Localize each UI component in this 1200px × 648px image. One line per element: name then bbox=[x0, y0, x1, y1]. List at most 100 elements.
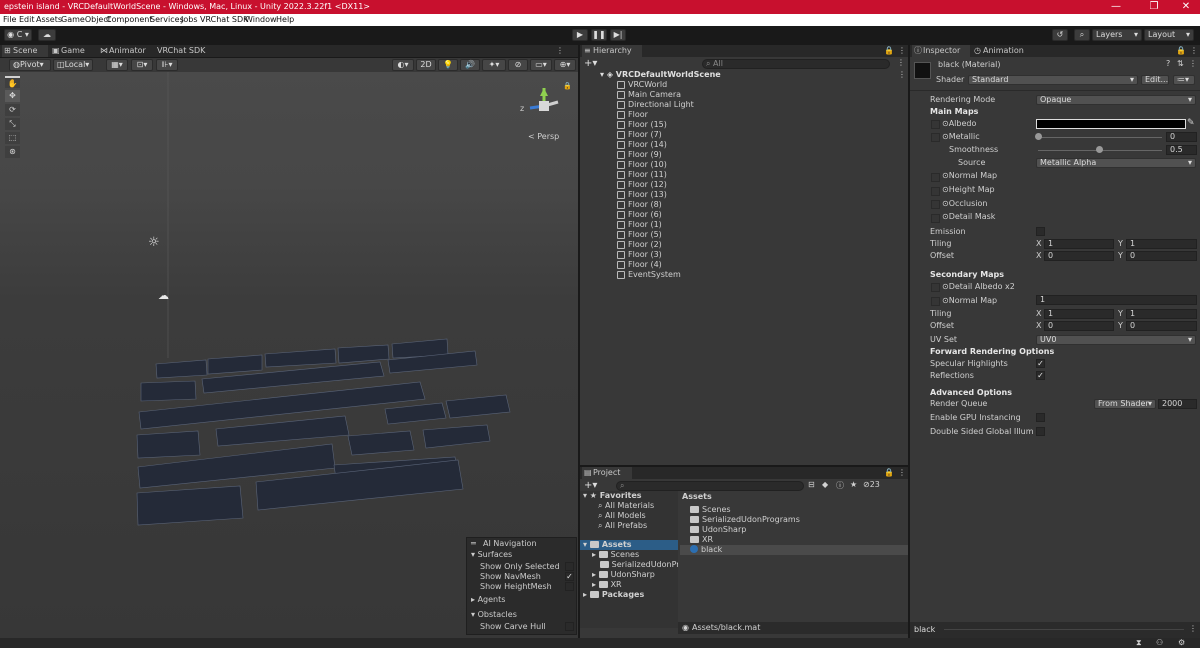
scene-root-menu-icon[interactable]: ⋮ bbox=[898, 70, 906, 79]
albedo-color-field[interactable] bbox=[1036, 119, 1186, 129]
tree-scenes[interactable]: ▸ Scenes bbox=[592, 550, 639, 560]
transform-tool-icon[interactable]: ⊛ bbox=[5, 146, 20, 158]
tiling2-x-input[interactable]: 1 bbox=[1044, 309, 1114, 319]
layers-dropdown[interactable]: Layers ▾ bbox=[1092, 29, 1142, 41]
menu-help[interactable]: Help bbox=[276, 14, 294, 26]
network-icon[interactable]: ⚇ bbox=[1156, 638, 1163, 647]
render-queue-dropdown[interactable]: From Shader ▾ bbox=[1094, 399, 1156, 409]
camera-settings-icon[interactable]: ▭▾ bbox=[530, 59, 552, 71]
favorite-star-icon[interactable]: ★ bbox=[850, 480, 857, 489]
hierarchy-item[interactable]: Floor (5) bbox=[617, 230, 662, 240]
lighting-toggle-icon[interactable]: 💡 bbox=[438, 59, 458, 71]
hierarchy-menu-icon[interactable]: ⋮ bbox=[898, 46, 906, 55]
incremental-snap-button[interactable]: ⊪▾ bbox=[156, 59, 178, 71]
hierarchy-item[interactable]: Main Camera bbox=[617, 90, 681, 100]
agents-foldout[interactable]: ▸ Agents bbox=[471, 595, 505, 604]
surfaces-foldout[interactable]: ▾ Surfaces bbox=[471, 550, 512, 559]
menu-assets[interactable]: Assets bbox=[36, 14, 62, 26]
search-by-importlog-icon[interactable]: ⓘ bbox=[836, 480, 844, 491]
tab-inspector[interactable]: ⓘ Inspector bbox=[912, 45, 970, 57]
metallic-slider-track[interactable] bbox=[1038, 137, 1162, 138]
maximize-button[interactable]: ❐ bbox=[1140, 0, 1168, 14]
persp-label[interactable]: < Persp bbox=[528, 132, 559, 141]
rect-tool-icon[interactable]: ⬚ bbox=[5, 132, 20, 144]
tab-project[interactable]: ▤ Project bbox=[582, 467, 632, 479]
fav-all-models[interactable]: ⌕ All Models bbox=[598, 511, 646, 521]
hand-tool-icon[interactable]: ✋ bbox=[5, 76, 20, 88]
menu-vrchat-sdk[interactable]: VRChat SDK bbox=[200, 14, 248, 26]
asset-udonsharp[interactable]: UdonSharp bbox=[690, 525, 746, 535]
search-by-label-icon[interactable]: ◆ bbox=[822, 480, 828, 489]
tree-assets[interactable]: ▾ Assets bbox=[580, 540, 678, 550]
menu-edit[interactable]: Edit bbox=[19, 14, 35, 26]
inspector-lock-icon[interactable]: 🔒 bbox=[1176, 46, 1186, 55]
presets-icon[interactable]: ⇅ bbox=[1177, 59, 1184, 68]
snap-increment-button[interactable]: ⊡▾ bbox=[131, 59, 153, 71]
move-tool-icon[interactable]: ✥ bbox=[5, 90, 20, 102]
scene-viewport[interactable]: ☼ ☁ z 🔒 ✋ ✥ ⟳ ⤡ ⬚ ⊛ < Persp ═ AI Navigat… bbox=[0, 58, 578, 638]
hierarchy-item[interactable]: Floor (3) bbox=[617, 250, 662, 260]
source-dropdown[interactable]: Metallic Alpha ▾ bbox=[1036, 158, 1196, 168]
draw-mode-button[interactable]: ◐▾ bbox=[392, 59, 414, 71]
specular-checkbox[interactable]: ✓ bbox=[1036, 359, 1045, 368]
hidden-packages-icon[interactable]: ⊘23 bbox=[863, 480, 880, 489]
search-by-type-icon[interactable]: ⊟ bbox=[808, 480, 815, 489]
tree-xr[interactable]: ▸ XR bbox=[592, 580, 622, 590]
detail-albedo-slot[interactable] bbox=[931, 283, 940, 292]
metallic-input[interactable]: 0 bbox=[1166, 132, 1197, 142]
audio-toggle-icon[interactable]: 🔊 bbox=[460, 59, 480, 71]
show-carve-hull-checkbox[interactable] bbox=[565, 622, 574, 631]
show-navmesh-checkbox[interactable]: ✓ bbox=[565, 572, 574, 581]
hierarchy-item[interactable]: Floor (1) bbox=[617, 220, 662, 230]
help-icon[interactable]: ? bbox=[1166, 59, 1170, 68]
show-heightmesh-checkbox[interactable] bbox=[565, 582, 574, 591]
preview-resize-bar[interactable] bbox=[944, 629, 1184, 630]
detail-normal-scale-input[interactable]: 1 bbox=[1036, 295, 1197, 305]
reflections-checkbox[interactable]: ✓ bbox=[1036, 371, 1045, 380]
hierarchy-item[interactable]: Directional Light bbox=[617, 100, 694, 110]
tiling-x-input[interactable]: 1 bbox=[1044, 239, 1114, 249]
hierarchy-item[interactable]: Floor (12) bbox=[617, 180, 667, 190]
layout-dropdown[interactable]: Layout ▾ bbox=[1144, 29, 1194, 41]
debug-icon[interactable]: ⚙ bbox=[1178, 638, 1185, 647]
hierarchy-item[interactable]: Floor (6) bbox=[617, 210, 662, 220]
hierarchy-item[interactable]: Floor (8) bbox=[617, 200, 662, 210]
smoothness-slider-handle[interactable] bbox=[1096, 146, 1103, 153]
tab-menu-icon[interactable]: ⋮ bbox=[556, 45, 576, 57]
smoothness-input[interactable]: 0.5 bbox=[1166, 145, 1197, 155]
tab-animation[interactable]: ◷ Animation bbox=[972, 45, 1034, 57]
menu-gameobject[interactable]: GameObject bbox=[61, 14, 111, 26]
hierarchy-lock-icon[interactable]: 🔒 bbox=[884, 46, 894, 55]
hierarchy-item[interactable]: Floor (14) bbox=[617, 140, 667, 150]
gizmos-icon[interactable]: ⊕▾ bbox=[554, 59, 576, 71]
offset-y-input[interactable]: 0 bbox=[1126, 251, 1197, 261]
project-create-icon[interactable]: +▾ bbox=[584, 480, 597, 491]
tab-hierarchy[interactable]: ≡ Hierarchy bbox=[582, 45, 642, 57]
pivot-dropdown[interactable]: ◍Pivot▾ bbox=[9, 59, 51, 71]
shader-edit-button[interactable]: Edit... bbox=[1141, 75, 1169, 85]
offset2-y-input[interactable]: 0 bbox=[1126, 321, 1197, 331]
tab-scene[interactable]: ⊞ Scene bbox=[2, 45, 48, 57]
albedo-texture-slot[interactable] bbox=[931, 120, 940, 129]
show-only-selected-checkbox[interactable] bbox=[565, 562, 574, 571]
uv-set-dropdown[interactable]: UV0 ▾ bbox=[1036, 335, 1196, 345]
tab-animator[interactable]: ⋈ Animator bbox=[98, 45, 150, 57]
shader-dropdown[interactable]: Standard ▾ bbox=[968, 75, 1138, 85]
tree-udonsharp[interactable]: ▸ UdonSharp bbox=[592, 570, 655, 580]
create-add-icon[interactable]: +▾ bbox=[584, 58, 597, 69]
gpu-instancing-checkbox[interactable] bbox=[1036, 413, 1045, 422]
hierarchy-item[interactable]: Floor (11) bbox=[617, 170, 667, 180]
tree-packages[interactable]: ▸ Packages bbox=[583, 590, 644, 600]
metallic-texture-slot[interactable] bbox=[931, 133, 940, 142]
play-button[interactable]: ▶ bbox=[572, 29, 588, 41]
menu-jobs[interactable]: Jobs bbox=[181, 14, 198, 26]
double-sided-gi-checkbox[interactable] bbox=[1036, 427, 1045, 436]
rendering-mode-dropdown[interactable]: Opaque ▾ bbox=[1036, 95, 1196, 105]
search-icon[interactable]: ⌕ bbox=[1074, 29, 1090, 41]
grid-snap-button[interactable]: ▦▾ bbox=[106, 59, 128, 71]
assets-breadcrumb[interactable]: Assets bbox=[682, 492, 712, 502]
obstacles-foldout[interactable]: ▾ Obstacles bbox=[471, 610, 517, 619]
offset2-x-input[interactable]: 0 bbox=[1044, 321, 1114, 331]
shader-options-icon[interactable]: ≔▾ bbox=[1173, 75, 1195, 85]
project-lock-icon[interactable]: 🔒 bbox=[884, 468, 894, 477]
